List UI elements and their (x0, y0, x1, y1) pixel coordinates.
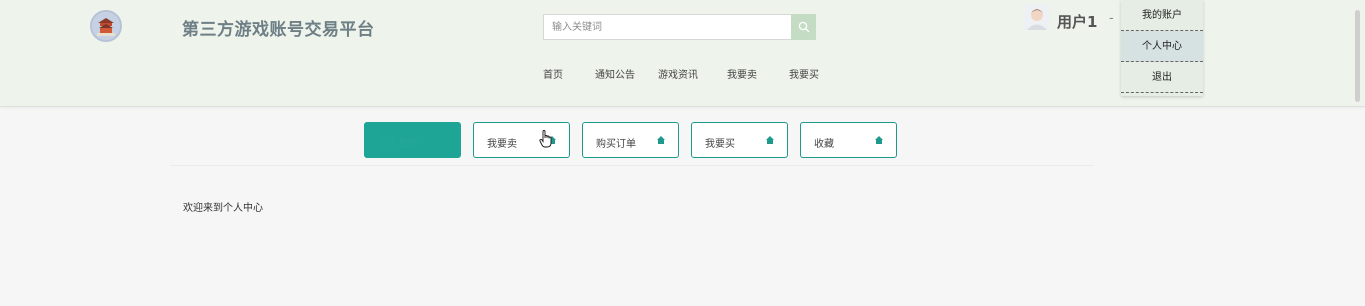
tab-label: 购买订单 (596, 139, 636, 150)
username[interactable]: 用户1 (1057, 11, 1097, 32)
tab-favorites[interactable]: 收藏 (800, 122, 897, 158)
menu-item-personal-center[interactable]: 个人中心 (1121, 31, 1203, 62)
home-icon (766, 136, 774, 144)
temple-logo-icon[interactable] (90, 10, 122, 42)
user-dropdown-menu: 我的账户 个人中心 退出 (1121, 0, 1203, 96)
home-icon (657, 136, 665, 144)
nav-buy[interactable]: 我要买 (789, 66, 819, 81)
content-divider (170, 165, 1094, 166)
tab-purchase-orders[interactable]: 购买订单 (582, 122, 679, 158)
menu-item-my-account[interactable]: 我的账户 (1121, 0, 1203, 31)
hand-cursor-icon (539, 130, 552, 148)
avatar[interactable] (1024, 4, 1050, 30)
user-menu-separator: - (1109, 11, 1114, 26)
search-icon (798, 21, 809, 33)
site-title: 第三方游戏账号交易平台 (182, 20, 375, 40)
tab-sell[interactable]: 我要卖 (473, 122, 570, 158)
menu-item-logout[interactable]: 退出 (1121, 62, 1203, 93)
home-icon (875, 136, 883, 144)
nav-home[interactable]: 首页 (543, 66, 563, 81)
tab-label: 我要买 (705, 139, 735, 150)
scrollbar[interactable] (1355, 10, 1360, 102)
tab-buy[interactable]: 我要买 (691, 122, 788, 158)
nav-game-news[interactable]: 游戏资讯 (658, 66, 698, 81)
tab-label: 我要卖 (487, 139, 517, 150)
nav-sell[interactable]: 我要卖 (727, 66, 757, 81)
tab-personal-home[interactable]: 个人首页 (364, 122, 461, 158)
search-input[interactable] (543, 14, 792, 40)
tab-label: 个人首页 (378, 139, 418, 150)
tab-label: 收藏 (814, 139, 834, 150)
nav-notice[interactable]: 通知公告 (595, 66, 635, 81)
welcome-message: 欢迎来到个人中心 (183, 203, 263, 214)
search-button[interactable] (791, 14, 816, 40)
